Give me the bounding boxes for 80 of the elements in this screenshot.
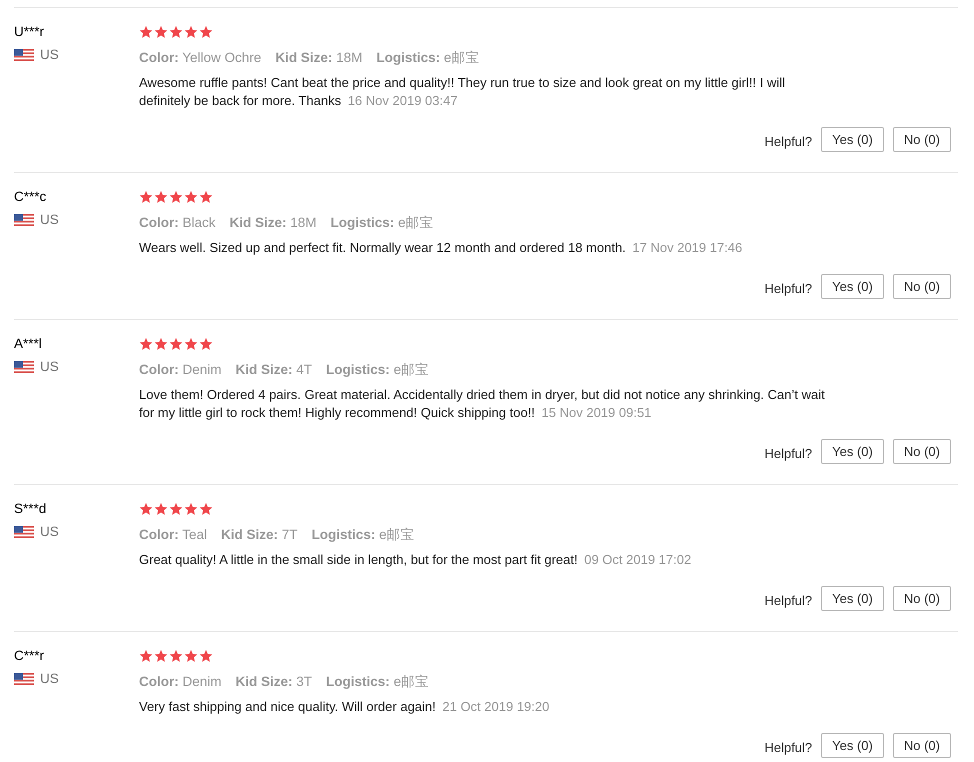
review-text: Wears well. Sized up and perfect fit. Normally wear 12 month and ordered 18 month. 17 Nov 2019 17:46 (139, 239, 744, 257)
flag-icon (14, 214, 34, 226)
no-button[interactable]: No (0) (892, 127, 951, 152)
product-attribute: Color: Denim (139, 361, 222, 379)
yes-button[interactable]: Yes (0) (821, 439, 884, 464)
reviewer-name: U***r (14, 23, 46, 41)
star-icon (139, 502, 153, 516)
star-icon (199, 337, 213, 351)
star-icon (154, 649, 168, 663)
product-attribute: Color: Black (139, 214, 216, 232)
reviewer-name: A***l (14, 335, 43, 353)
helpful-label: Helpful? (764, 593, 812, 608)
product-attribute: Kid Size: 18M (230, 214, 317, 232)
review-date: 21 Oct 2019 19:20 (442, 699, 550, 714)
flag-icon (14, 48, 34, 60)
helpful-label: Helpful? (764, 134, 812, 149)
review-text: Great quality! A little in the small side in length, but for the most part fit great! 09 Oct 2019 17:02 (139, 551, 692, 569)
star-icon (154, 190, 168, 204)
helpful-label: Helpful? (764, 740, 812, 755)
product-attribute: Kid Size: 18M (275, 49, 362, 67)
flag-icon (14, 360, 34, 372)
country-code: US (40, 671, 59, 686)
reviewer-name: S***d (14, 500, 48, 518)
star-icon (169, 649, 183, 663)
star-icon (184, 502, 198, 516)
review-text: Very fast shipping and nice quality. Will order again! 21 Oct 2019 19:20 (139, 698, 550, 716)
product-attribute: Color: Yellow Ochre (139, 49, 262, 67)
yes-button[interactable]: Yes (0) (821, 733, 884, 758)
star-icon (169, 25, 183, 39)
star-icon (184, 337, 198, 351)
yes-button[interactable]: Yes (0) (821, 274, 884, 299)
country-code: US (40, 47, 59, 62)
review-text: Love them! Ordered 4 pairs. Great material. Accidentally dried them in dryer, but did not notice any shrinking. Can’t wait for my little girl to rock them! Highly recommend! Quick shipping too!! 15 Nov 2019 09:51 (139, 386, 826, 422)
product-attribute: Kid Size: 4T (236, 361, 312, 379)
review-date: 17 Nov 2019 17:46 (632, 240, 742, 255)
review-date: 16 Nov 2019 03:47 (348, 93, 458, 108)
yes-button[interactable]: Yes (0) (821, 586, 884, 611)
star-icon (154, 502, 168, 516)
star-icon (169, 337, 183, 351)
star-icon (184, 190, 198, 204)
product-attribute: Logistics: e邮宝 (376, 49, 480, 67)
no-button[interactable]: No (0) (892, 439, 951, 464)
reviewer-name: C***r (14, 647, 46, 665)
product-attribute: Kid Size: 3T (236, 673, 312, 691)
product-attribute: Logistics: e邮宝 (326, 673, 430, 691)
star-icon (154, 25, 168, 39)
country-code: US (40, 359, 59, 374)
product-attribute: Color: Teal (139, 526, 208, 544)
product-attribute: Logistics: e邮宝 (326, 361, 430, 379)
no-button[interactable]: No (0) (892, 733, 951, 758)
product-attribute: Kid Size: 7T (221, 526, 298, 544)
star-icon (139, 25, 153, 39)
country-code: US (40, 212, 59, 227)
product-attribute: Logistics: e邮宝 (330, 214, 434, 232)
star-icon (154, 337, 168, 351)
product-attribute: Logistics: e邮宝 (312, 526, 415, 544)
star-icon (139, 337, 153, 351)
review-date: 09 Oct 2019 17:02 (584, 552, 692, 567)
flag-icon (14, 526, 34, 538)
no-button[interactable]: No (0) (892, 274, 951, 299)
star-icon (199, 502, 213, 516)
star-icon (169, 502, 183, 516)
review-text: Awesome ruffle pants! Cant beat the price and quality!! They run true to size and look great on my little girl!! I will definitely be back for more. Thanks 16 Nov 2019 03:47 (139, 74, 786, 110)
product-attribute: Color: Denim (139, 673, 222, 691)
flag-icon (14, 672, 34, 684)
star-icon (139, 649, 153, 663)
star-icon (184, 649, 198, 663)
helpful-label: Helpful? (764, 281, 812, 296)
star-icon (169, 190, 183, 204)
helpful-label: Helpful? (764, 446, 812, 461)
country-code: US (40, 524, 59, 539)
star-icon (199, 190, 213, 204)
yes-button[interactable]: Yes (0) (821, 127, 884, 152)
star-icon (199, 25, 213, 39)
star-icon (199, 649, 213, 663)
review-date: 15 Nov 2019 09:51 (542, 405, 652, 420)
star-icon (139, 190, 153, 204)
star-icon (184, 25, 198, 39)
no-button[interactable]: No (0) (892, 586, 951, 611)
reviewer-name: C***c (14, 188, 48, 206)
